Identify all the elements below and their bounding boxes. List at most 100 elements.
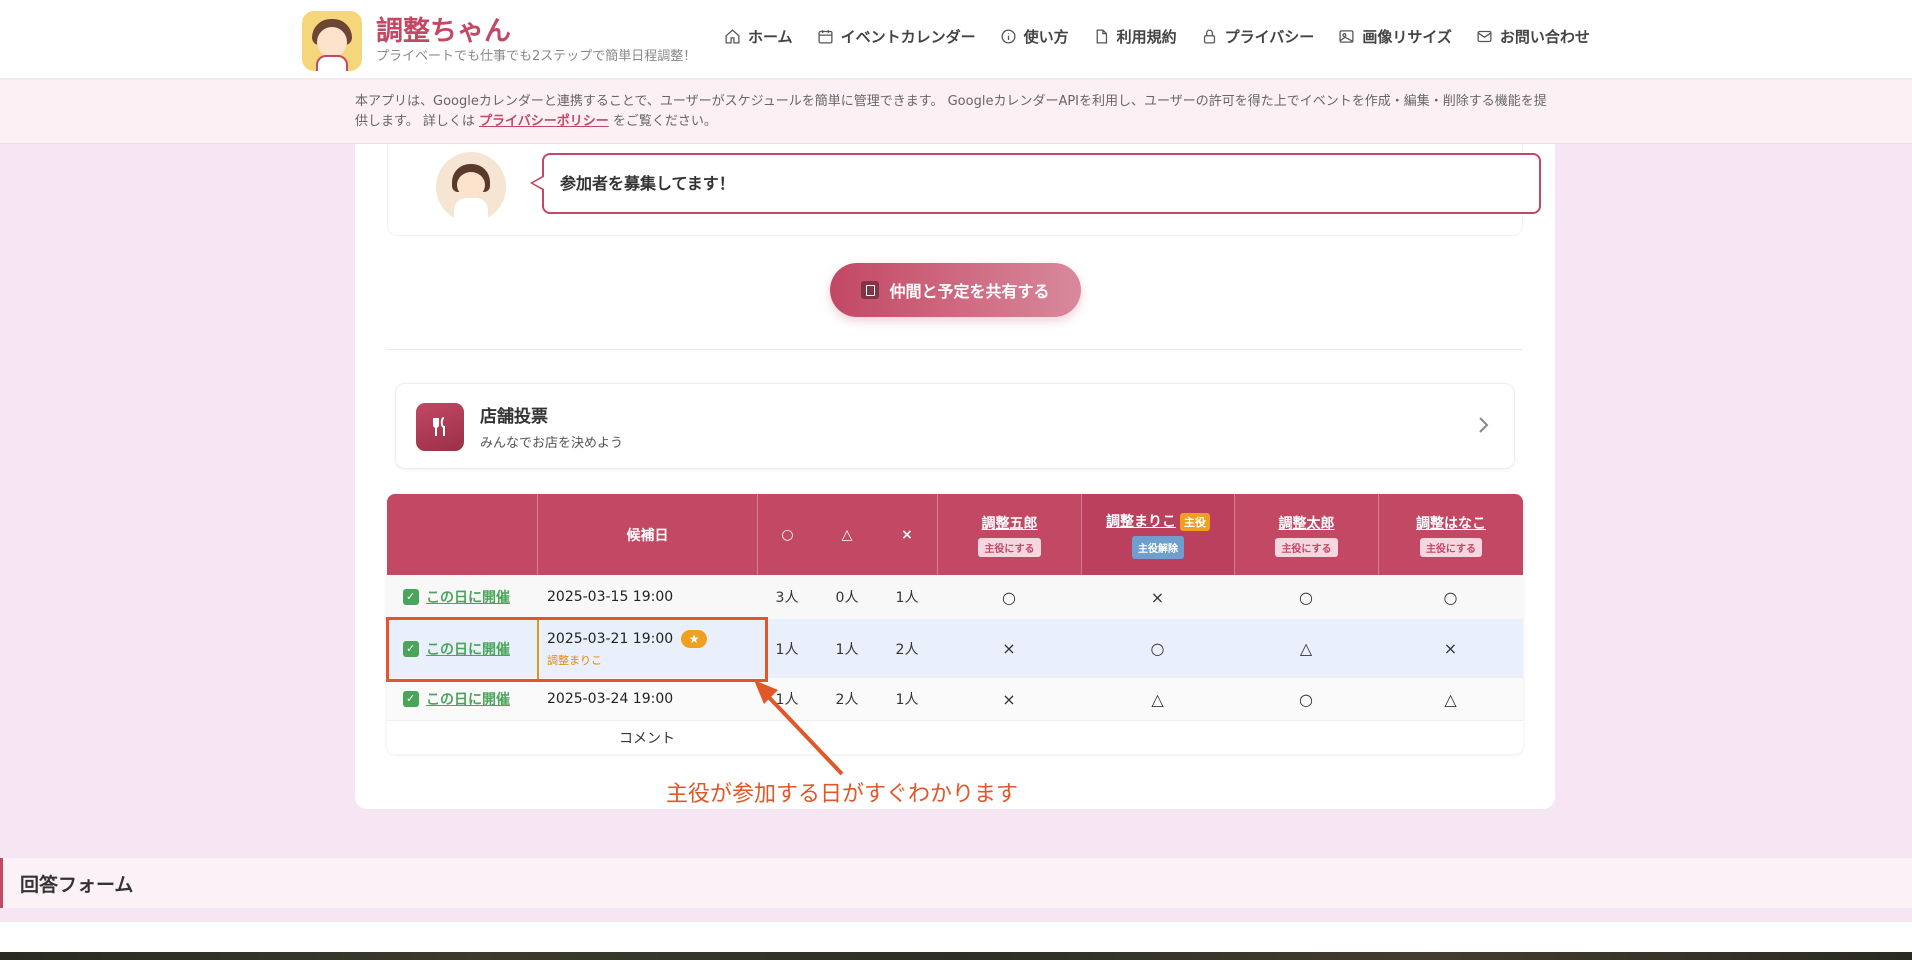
lead-badge: 主役 [1180, 512, 1210, 531]
comment-label: コメント [619, 730, 675, 747]
member-name[interactable]: 調整まりこ [1106, 514, 1176, 530]
nav-contact[interactable]: お問い合わせ [1476, 26, 1590, 47]
member-column: 調整はなこ 主役にする [1378, 494, 1523, 575]
nav-label: 使い方 [1023, 28, 1069, 46]
share-schedule-button[interactable]: 仲間と予定を共有する [830, 263, 1081, 317]
nav-image-resize[interactable]: 画像リサイズ [1338, 26, 1452, 47]
info-icon [1001, 29, 1016, 44]
member-column: 調整太郎 主役にする [1234, 494, 1378, 575]
top-bar: 調整ちゃん プライベートでも仕事でも2ステップで簡単日程調整！ ホーム イベント… [0, 0, 1912, 79]
annotation-text: 主役が参加する日がすぐわかります [666, 782, 1019, 807]
answer-mark: × [1443, 639, 1458, 658]
set-lead-button[interactable]: 主役にする [978, 537, 1041, 557]
answer-mark: ○ [1443, 587, 1458, 607]
member-column-lead: 調整まりこ 主役 主役解除 [1081, 494, 1234, 575]
nav-label: プライバシー [1224, 28, 1315, 46]
notice-text-end: をご覧ください。 [612, 114, 717, 129]
ng-count: 2人 [895, 641, 919, 658]
hold-on-date-link[interactable]: この日に開催 [426, 587, 510, 607]
copy-icon [861, 281, 880, 299]
member-name[interactable]: 調整太郎 [1279, 513, 1335, 533]
lock-icon [1203, 29, 1215, 44]
answer-mark: ○ [1002, 587, 1016, 607]
calendar-check-icon [403, 691, 419, 707]
header-empty [387, 494, 537, 575]
nav-label: ホーム [748, 28, 793, 46]
brand-subtitle: プライベートでも仕事でも2ステップで簡単日程調整！ [376, 49, 697, 64]
highlight-box [386, 617, 768, 682]
answer-mark: × [1002, 639, 1016, 658]
calendar-icon [818, 30, 833, 44]
annotation-arrow [754, 680, 844, 776]
answer-mark: ○ [1299, 689, 1313, 709]
shop-vote-title: 店舗投票 [480, 407, 548, 427]
maybe-count: 1人 [835, 641, 859, 658]
candidate-date: 2025-03-15 19:00 [547, 589, 674, 605]
answer-form-header: 回答フォーム [0, 858, 1912, 908]
date-cell: 2025-03-24 19:00 [547, 678, 757, 720]
date-cell: 2025-03-15 19:00 [547, 575, 757, 619]
calendar-check-icon [403, 589, 419, 605]
privacy-policy-link[interactable]: プライバシーポリシー [479, 114, 609, 129]
mail-icon [1477, 30, 1492, 43]
hold-on-date-link[interactable]: この日に開催 [426, 689, 510, 709]
ng-count: 1人 [895, 692, 919, 708]
nav-home[interactable]: ホーム [724, 26, 793, 47]
answer-mark: △ [1151, 689, 1164, 709]
nav-privacy[interactable]: プライバシー [1201, 26, 1315, 47]
share-button-label: 仲間と予定を共有する [889, 282, 1050, 301]
api-notice: 本アプリは、Googleカレンダーと連携することで、ユーザーがスケジュールを簡単… [0, 80, 1912, 144]
table-row: この日に開催 2025-03-15 19:00 3人 0人 1人 ○ × ○ ○ [387, 575, 1523, 619]
header-date: 候補日 [537, 494, 757, 575]
speech-bubble: 参加者を募集してます！ [530, 153, 1541, 214]
nav-label: お問い合わせ [1499, 28, 1590, 46]
nav-label: 画像リサイズ [1362, 28, 1452, 46]
brand-logo [302, 11, 362, 71]
brand-title: 調整ちゃん [376, 16, 511, 47]
release-lead-button[interactable]: 主役解除 [1132, 535, 1184, 559]
document-icon [1096, 29, 1107, 44]
background-photo [0, 952, 1912, 960]
brand[interactable]: 調整ちゃん プライベートでも仕事でも2ステップで簡単日程調整！ [302, 11, 696, 71]
main-nav: ホーム イベントカレンダー 使い方 利用規約 プライバシー 画像リサイズ お問い… [724, 26, 1614, 47]
answer-mark: × [1002, 689, 1016, 709]
shop-vote-subtitle: みんなでお店を決めよう [480, 436, 624, 451]
event-card: 参加者を募集してます！ 仲間と予定を共有する 店舗投票 みんなでお店を決めよう … [355, 144, 1555, 809]
form-area [0, 922, 1912, 952]
header-ok: ○ [757, 494, 817, 575]
answer-mark: △ [1444, 689, 1457, 709]
shop-vote-card[interactable]: 店舗投票 みんなでお店を決めよう [395, 383, 1515, 469]
nav-how-to[interactable]: 使い方 [1000, 26, 1069, 47]
home-icon [725, 29, 740, 44]
ng-count: 1人 [895, 590, 919, 606]
nav-event-calendar[interactable]: イベントカレンダー [817, 26, 976, 47]
answer-form-title: 回答フォーム [20, 874, 134, 896]
candidate-date: 2025-03-24 19:00 [547, 691, 674, 707]
answer-mark: ○ [1150, 639, 1165, 658]
chevron-right-icon [1476, 416, 1490, 434]
nav-label: 利用規約 [1116, 28, 1177, 46]
hold-cell: この日に開催 [403, 678, 537, 720]
member-name[interactable]: 調整五郎 [982, 513, 1038, 533]
maybe-count: 0人 [835, 590, 859, 606]
answer-mark: △ [1299, 639, 1313, 658]
speech-panel: 参加者を募集してます！ [387, 144, 1541, 236]
set-lead-button[interactable]: 主役にする [1275, 537, 1338, 557]
nav-label: イベントカレンダー [840, 28, 976, 46]
member-column: 調整五郎 主役にする [937, 494, 1081, 575]
cutlery-icon [416, 403, 464, 451]
answer-mark: ○ [1299, 587, 1313, 607]
header-ng: × [901, 526, 913, 543]
lead-row-marker [537, 620, 539, 679]
answer-mark: × [1150, 587, 1165, 607]
image-icon [1339, 30, 1354, 43]
avatar [436, 152, 506, 222]
hold-cell: この日に開催 [403, 575, 537, 619]
header-maybe: △ [841, 526, 853, 543]
ok-count: 3人 [775, 590, 799, 606]
divider [387, 349, 1523, 350]
comment-row: コメント [387, 720, 1523, 754]
member-name[interactable]: 調整はなこ [1416, 513, 1486, 533]
nav-terms[interactable]: 利用規約 [1093, 26, 1177, 47]
set-lead-button[interactable]: 主役にする [1419, 537, 1483, 557]
